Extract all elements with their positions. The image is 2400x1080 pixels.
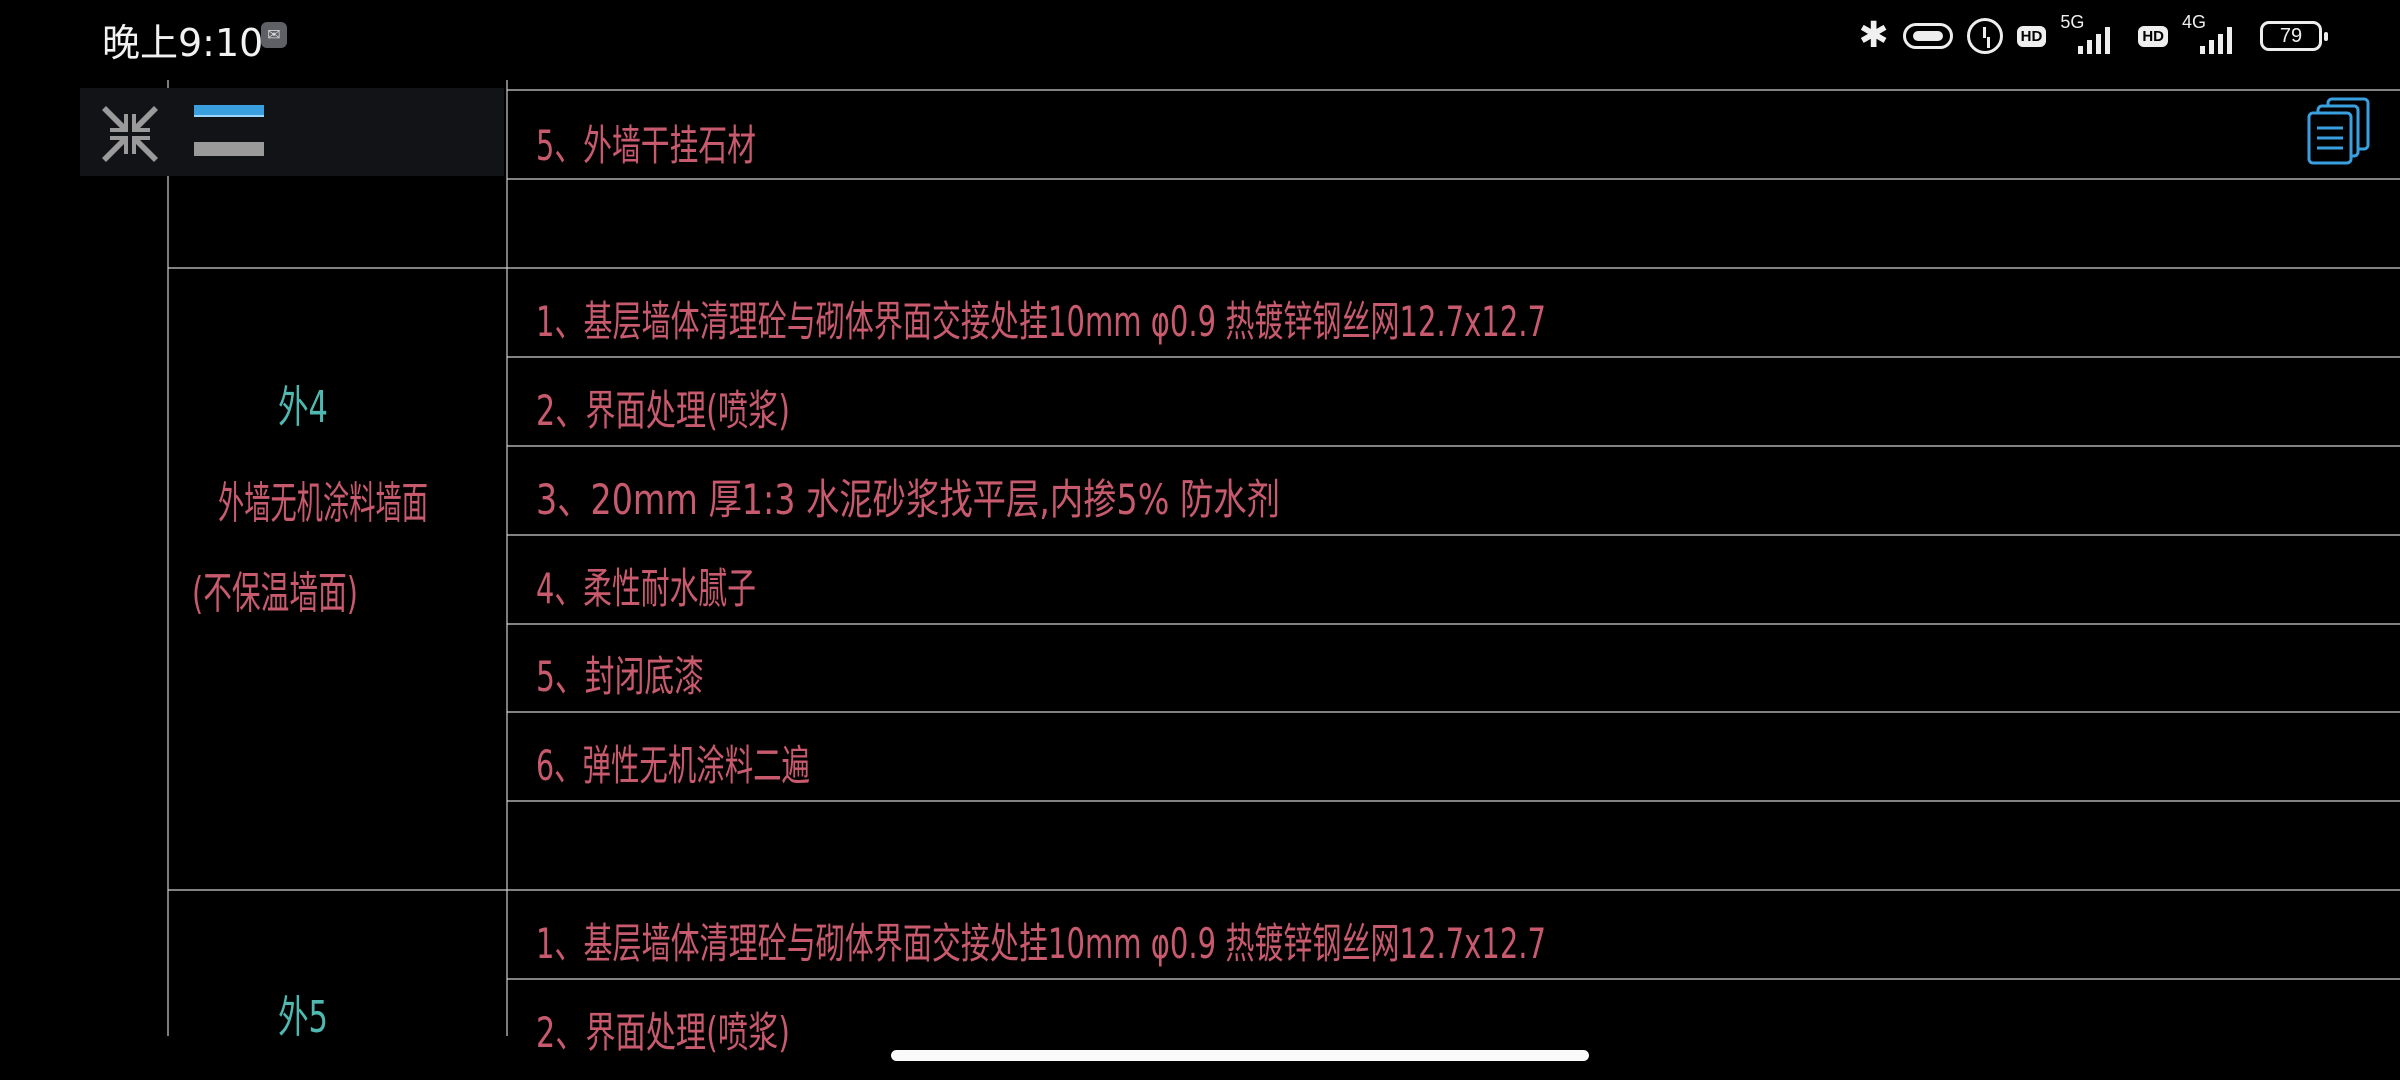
signal-icon-2: 4G bbox=[2182, 12, 2246, 56]
hd-badge-1: HD bbox=[2016, 25, 2047, 47]
section5-code: 外5 bbox=[278, 992, 328, 1043]
section4-item-4: 4、柔性耐水腻子 bbox=[536, 564, 756, 613]
layers-icon[interactable] bbox=[2306, 96, 2372, 166]
section4-item-5: 5、封闭底漆 bbox=[536, 652, 704, 701]
section4-name-line2: (不保温墙面) bbox=[192, 568, 358, 619]
section4-item-1: 1、基层墙体清理砼与砌体界面交接处挂10mm φ0.9 热镀锌钢丝网12.7x1… bbox=[536, 297, 1546, 346]
signal-icon-1: 5G bbox=[2060, 12, 2124, 56]
status-bar: 晚上9:10 ✉ ✱ HD 5G HD 4G 79 bbox=[0, 0, 2400, 72]
section5-item-1: 1、基层墙体清理砼与砌体界面交接处挂10mm φ0.9 热镀锌钢丝网12.7x1… bbox=[536, 919, 1546, 968]
hd-badge-2: HD bbox=[2138, 25, 2168, 47]
status-icons: ✱ HD 5G HD 4G 79 bbox=[1858, 12, 2328, 58]
message-icon: ✉ bbox=[261, 22, 287, 48]
battery-icon: 79 bbox=[2260, 21, 2328, 51]
toolbar-line-gray[interactable] bbox=[194, 142, 264, 156]
shrink-icon[interactable] bbox=[98, 102, 162, 166]
section4-code: 外4 bbox=[278, 382, 328, 433]
section5-item-2: 2、界面处理(喷浆) bbox=[536, 1008, 790, 1057]
section4-item-3: 3、20mm 厚1:3 水泥砂浆找平层,内掺5% 防水剂 bbox=[536, 475, 1280, 524]
section4-name-line1: 外墙无机涂料墙面 bbox=[218, 478, 428, 529]
section4-item-2: 2、界面处理(喷浆) bbox=[536, 386, 790, 435]
section-labels: 外4 外墙无机涂料墙面 (不保温墙面) 外5 bbox=[192, 382, 428, 1043]
table-grid-lines bbox=[167, 80, 2400, 1036]
view-toolbar bbox=[80, 88, 504, 176]
vibrate-icon bbox=[1902, 23, 1953, 49]
table-items: 5、外墙干挂石材 1、基层墙体清理砼与砌体界面交接处挂10mm φ0.9 热镀锌… bbox=[536, 121, 1546, 1057]
alarm-icon bbox=[1966, 18, 2003, 54]
top-partial-row-text: 5、外墙干挂石材 bbox=[536, 121, 756, 170]
toolbar-line-blue[interactable] bbox=[194, 105, 264, 117]
section4-item-6: 6、弹性无机涂料二遍 bbox=[536, 741, 810, 790]
home-indicator[interactable] bbox=[891, 1050, 1589, 1061]
status-time: 晚上9:10 bbox=[102, 21, 264, 65]
bluetooth-icon: ✱ bbox=[1858, 15, 1889, 56]
